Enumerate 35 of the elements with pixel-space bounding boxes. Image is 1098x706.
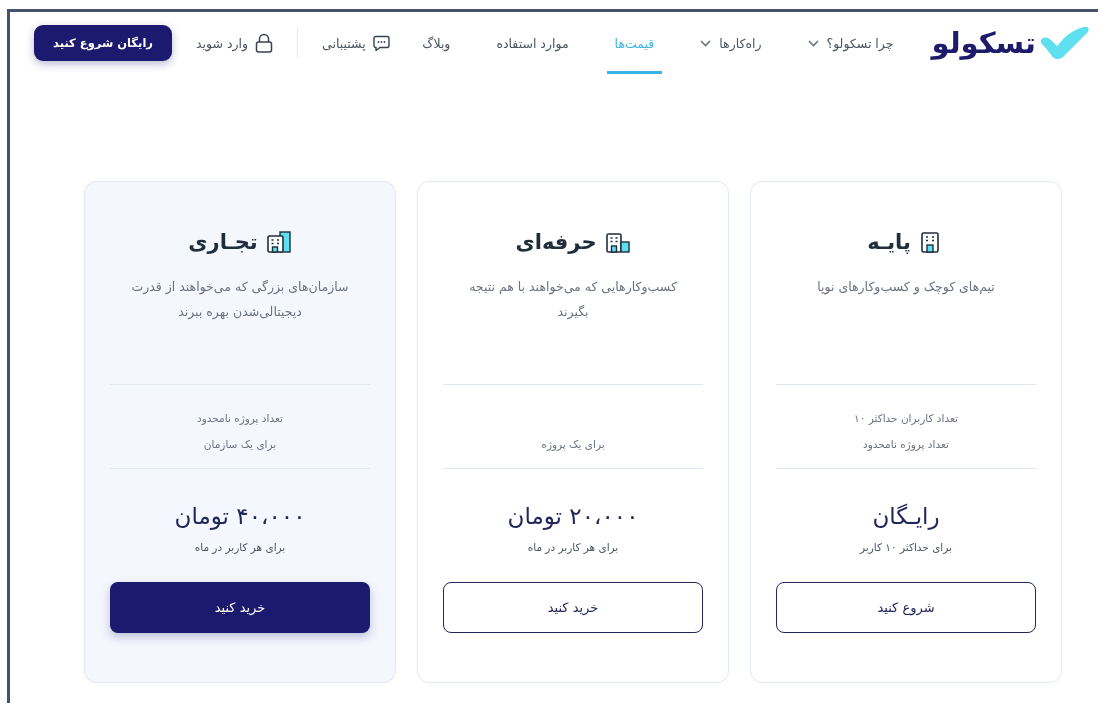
plan-feature: تعداد پروژه نامحدود: [197, 412, 283, 424]
logo-text: تسکولو: [931, 26, 1036, 60]
price-note: برای هر کاربر در ماه: [527, 541, 619, 553]
plan-feature: برای یک سازمان: [203, 438, 277, 450]
plan-feature: تعداد کاربران حداکثر ۱۰: [854, 412, 958, 424]
buy-button[interactable]: خرید کنید: [110, 582, 370, 633]
price-note: برای حداکثر ۱۰ کاربر: [860, 541, 952, 553]
nav-link[interactable]: وبلاگ: [414, 12, 459, 74]
nav-link[interactable]: راه‌کارها: [692, 12, 770, 74]
plan-description: تیم‌های کوچک و کسب‌وکارهای نوپا: [816, 278, 996, 297]
nav-link[interactable]: موارد استفاده: [488, 12, 577, 74]
plan-price: رایـگان: [871, 503, 941, 529]
plan-title: تجـاری: [188, 230, 258, 254]
plan-button[interactable]: شروع کنید: [776, 582, 1036, 633]
plan-price: ۲۰،۰۰۰ تومان: [506, 503, 640, 529]
checkmark-logo-icon: [1040, 26, 1090, 60]
chat-bubble-icon: [372, 35, 390, 51]
price-note: برای هر کاربر در ماه: [194, 541, 286, 553]
lock-icon: [255, 33, 274, 53]
plan-title: حرفه‌ای: [515, 230, 597, 254]
plan-feature: تعداد پروژه نامحدود: [863, 438, 949, 450]
chevron-down-icon: [807, 39, 819, 47]
login-link[interactable]: وارد شوید: [196, 33, 274, 53]
plan-feature: برای یک پروژه: [541, 438, 605, 450]
support-link[interactable]: پشتیبانی: [322, 35, 390, 51]
building-icon: [265, 231, 292, 253]
plan-description: سازمان‌های بزرگی که می‌خواهند از قدرت دیجیتالی‌شدن بهره ببرند: [130, 278, 350, 322]
nav-link[interactable]: چرا تسکولو؟: [799, 12, 902, 74]
building-icon: [604, 231, 631, 253]
plan-description: کسب‌وکارهایی که می‌خواهند با هم نتیجه بگیرند: [468, 278, 678, 322]
plan-price: ۴۰،۰۰۰ تومان: [173, 503, 307, 529]
chevron-down-icon: [700, 39, 712, 47]
plan-button[interactable]: خرید کنید: [443, 582, 703, 633]
start-free-button[interactable]: رایگان شروع کنید: [34, 25, 172, 61]
plan-title: پایـه: [867, 230, 911, 254]
